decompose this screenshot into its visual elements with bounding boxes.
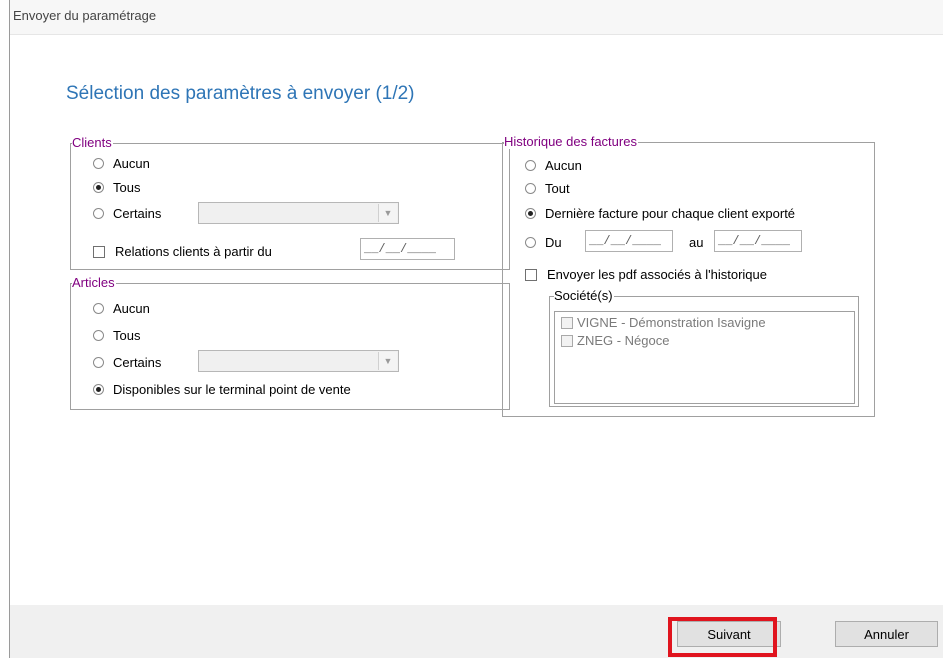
clients-certains-option[interactable]: Certains xyxy=(93,206,161,221)
clients-relations-date-input[interactable]: __/__/____ xyxy=(360,238,455,260)
clients-group: Clients Aucun Tous Certains ▼ Relations … xyxy=(70,136,510,270)
articles-certains-combobox[interactable]: ▼ xyxy=(198,350,399,372)
societes-legend: Société(s) xyxy=(554,288,614,303)
historique-derniere-label: Dernière facture pour chaque client expo… xyxy=(545,206,796,221)
articles-group: Articles Aucun Tous Certains ▼ Disponibl… xyxy=(70,276,510,410)
articles-aucun-label: Aucun xyxy=(113,301,150,316)
historique-aucun-label: Aucun xyxy=(545,158,582,173)
societe-zneg-label: ZNEG - Négoce xyxy=(577,333,670,348)
chevron-down-icon[interactable]: ▼ xyxy=(378,352,397,370)
articles-disponibles-radio[interactable] xyxy=(93,384,104,395)
list-item[interactable]: ZNEG - Négoce xyxy=(561,333,669,348)
clients-aucun-label: Aucun xyxy=(113,156,150,171)
articles-certains-option[interactable]: Certains xyxy=(93,355,161,370)
clients-certains-combobox[interactable]: ▼ xyxy=(198,202,399,224)
historique-tout-label: Tout xyxy=(545,181,570,196)
articles-certains-label: Certains xyxy=(113,355,162,370)
historique-derniere-radio[interactable] xyxy=(525,208,536,219)
articles-disponibles-option[interactable]: Disponibles sur le terminal point de ven… xyxy=(93,382,351,397)
historique-aucun-radio[interactable] xyxy=(525,160,536,171)
articles-disponibles-label: Disponibles sur le terminal point de ven… xyxy=(113,382,351,397)
page-title: Sélection des paramètres à envoyer (1/2) xyxy=(66,83,415,104)
list-item[interactable]: VIGNE - Démonstration Isavigne xyxy=(561,315,766,330)
dialog-window: Envoyer du paramétrage Sélection des par… xyxy=(9,0,943,658)
articles-aucun-option[interactable]: Aucun xyxy=(93,301,150,316)
historique-du-radio[interactable] xyxy=(525,237,536,248)
historique-pdf-option[interactable]: Envoyer les pdf associés à l'historique xyxy=(525,267,767,282)
clients-relations-label: Relations clients à partir du xyxy=(115,244,272,259)
clients-certains-radio[interactable] xyxy=(93,208,104,219)
societe-zneg-checkbox[interactable] xyxy=(561,334,573,347)
clients-aucun-option[interactable]: Aucun xyxy=(93,156,150,171)
next-button-highlight xyxy=(668,617,777,657)
chevron-down-icon[interactable]: ▼ xyxy=(378,204,397,222)
articles-tous-radio[interactable] xyxy=(93,330,104,341)
clients-aucun-radio[interactable] xyxy=(93,158,104,169)
historique-tout-radio[interactable] xyxy=(525,183,536,194)
clients-relations-checkbox[interactable] xyxy=(93,245,105,258)
historique-au-label: au xyxy=(689,235,704,250)
clients-relations-option[interactable]: Relations clients à partir du xyxy=(93,244,272,259)
historique-legend: Historique des factures xyxy=(504,134,638,149)
societes-listbox[interactable]: VIGNE - Démonstration Isavigne ZNEG - Né… xyxy=(554,311,855,404)
articles-tous-option[interactable]: Tous xyxy=(93,328,140,343)
historique-group: Historique des factures Aucun Tout Derni… xyxy=(502,135,875,417)
clients-tous-label: Tous xyxy=(113,180,141,195)
clients-certains-label: Certains xyxy=(113,206,162,221)
title-bar[interactable]: Envoyer du paramétrage xyxy=(10,0,943,35)
historique-aucun-option[interactable]: Aucun xyxy=(525,158,582,173)
societes-group: Société(s) VIGNE - Démonstration Isavign… xyxy=(549,289,859,407)
historique-derniere-option[interactable]: Dernière facture pour chaque client expo… xyxy=(525,206,795,221)
societe-vigne-checkbox[interactable] xyxy=(561,316,573,329)
window-title: Envoyer du paramétrage xyxy=(13,8,157,23)
articles-aucun-radio[interactable] xyxy=(93,303,104,314)
articles-certains-radio[interactable] xyxy=(93,357,104,368)
dialog-footer: Suivant Annuler xyxy=(10,605,943,658)
societe-vigne-label: VIGNE - Démonstration Isavigne xyxy=(577,315,766,330)
historique-pdf-checkbox[interactable] xyxy=(525,268,537,281)
historique-date-from-input[interactable]: __/__/____ xyxy=(585,230,673,252)
historique-tout-option[interactable]: Tout xyxy=(525,181,570,196)
clients-legend: Clients xyxy=(72,135,113,150)
historique-du-label: Du xyxy=(545,235,562,250)
cancel-button[interactable]: Annuler xyxy=(835,621,938,647)
articles-tous-label: Tous xyxy=(113,328,141,343)
articles-legend: Articles xyxy=(72,275,116,290)
historique-date-to-input[interactable]: __/__/____ xyxy=(714,230,802,252)
clients-tous-option[interactable]: Tous xyxy=(93,180,140,195)
historique-du-option[interactable]: Du xyxy=(525,235,562,250)
historique-pdf-label: Envoyer les pdf associés à l'historique xyxy=(547,267,767,282)
clients-tous-radio[interactable] xyxy=(93,182,104,193)
